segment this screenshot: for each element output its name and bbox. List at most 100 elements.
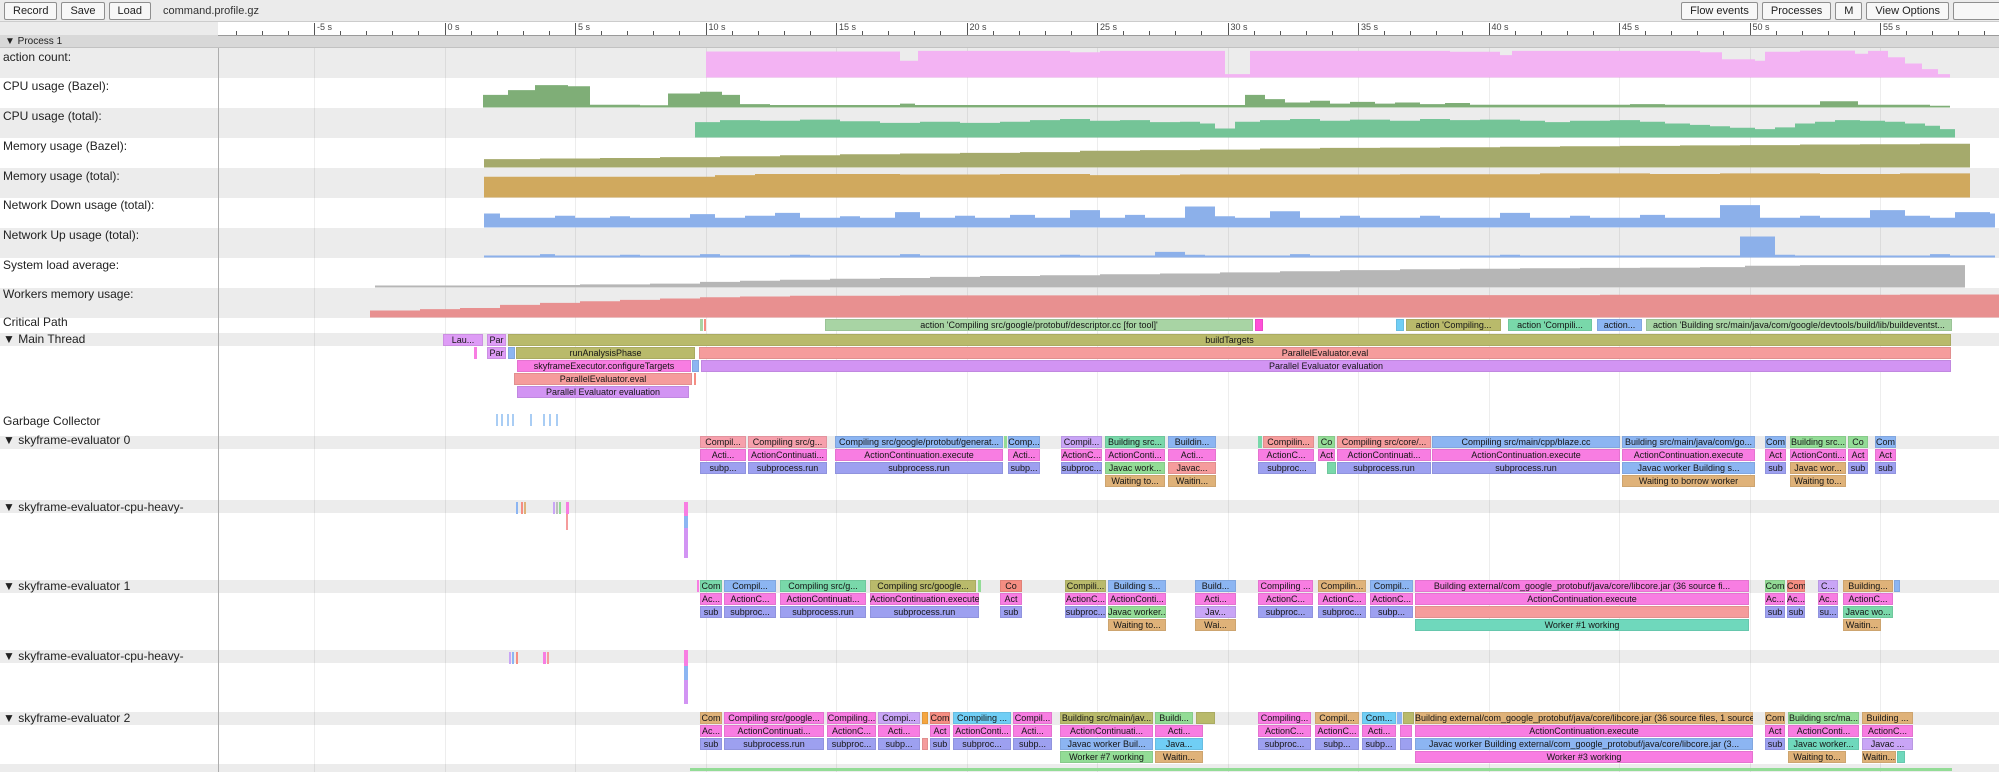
- trace-event[interactable]: ActionContinuati...: [780, 593, 866, 605]
- trace-event[interactable]: subproc...: [1061, 462, 1102, 474]
- trace-event[interactable]: Act: [1765, 725, 1785, 737]
- trace-event[interactable]: Javac worker Buil...: [1060, 738, 1153, 750]
- trace-event[interactable]: Lau...: [443, 334, 483, 346]
- metrics-button[interactable]: M: [1835, 2, 1862, 20]
- trace-event[interactable]: subproc...: [953, 738, 1011, 750]
- memory-usage-bazel-chart[interactable]: [0, 138, 1999, 168]
- trace-event[interactable]: Par: [487, 347, 506, 359]
- trace-event[interactable]: Co: [1318, 436, 1335, 448]
- trace-event[interactable]: Waiting to...: [1790, 475, 1846, 487]
- trace-event[interactable]: Com: [700, 580, 722, 592]
- trace-event[interactable]: ActionContinuation.execute: [1622, 449, 1755, 461]
- trace-event[interactable]: [684, 650, 688, 666]
- trace-event[interactable]: ActionConti...: [1790, 449, 1846, 461]
- trace-event[interactable]: runAnalysisPhase: [516, 347, 695, 359]
- trace-event[interactable]: subproc...: [1065, 606, 1106, 618]
- trace-event[interactable]: ActionContinuation.execute: [1415, 725, 1753, 737]
- flow-events-button[interactable]: Flow events: [1681, 2, 1758, 20]
- trace-event[interactable]: sub: [1765, 738, 1785, 750]
- trace-event[interactable]: Com: [1787, 580, 1805, 592]
- trace-event[interactable]: subproc...: [1318, 606, 1366, 618]
- trace-event[interactable]: Compiling src/main/cpp/blaze.cc: [1432, 436, 1620, 448]
- trace-event[interactable]: Buildin...: [1168, 436, 1216, 448]
- trace-event[interactable]: subproc...: [827, 738, 876, 750]
- trace-event[interactable]: [1004, 436, 1007, 448]
- trace-event[interactable]: ActionContinuation.execute: [835, 449, 1003, 461]
- trace-event[interactable]: action 'Compiling src/google/protobuf/de…: [825, 319, 1253, 331]
- thread-group-label[interactable]: ▼ skyframe-evaluator-cpu-heavy-: [3, 649, 184, 663]
- trace-event[interactable]: Ac...: [700, 593, 722, 605]
- trace-event[interactable]: Jav...: [1195, 606, 1236, 618]
- trace-event[interactable]: [1400, 738, 1412, 750]
- trace-event[interactable]: subp...: [1370, 606, 1413, 618]
- trace-event[interactable]: Worker #7 working: [1060, 751, 1153, 763]
- trace-event[interactable]: Waitin...: [1843, 619, 1881, 631]
- trace-event[interactable]: Build...: [1195, 580, 1236, 592]
- trace-event[interactable]: Acti...: [1155, 725, 1203, 737]
- trace-event[interactable]: action...: [1597, 319, 1642, 331]
- trace-event[interactable]: [547, 652, 549, 664]
- trace-event[interactable]: Waitin...: [1168, 475, 1216, 487]
- trace-event[interactable]: Com: [1765, 436, 1786, 448]
- thread-group-label[interactable]: ▼ skyframe-evaluator 1: [3, 579, 130, 593]
- trace-event[interactable]: sub: [1848, 462, 1868, 474]
- trace-event[interactable]: ActionC...: [1318, 593, 1366, 605]
- trace-event[interactable]: [512, 652, 514, 664]
- trace-event[interactable]: [922, 712, 928, 724]
- trace-event[interactable]: subproc...: [1258, 606, 1313, 618]
- thread-group-label[interactable]: ▼ Main Thread: [3, 332, 85, 346]
- trace-event[interactable]: [553, 502, 555, 514]
- trace-event[interactable]: [697, 580, 699, 592]
- trace-event[interactable]: Building ...: [1862, 712, 1913, 724]
- trace-event[interactable]: sub: [1787, 606, 1805, 618]
- trace-event[interactable]: [684, 502, 688, 516]
- trace-event[interactable]: action 'Building src/main/java/com/googl…: [1646, 319, 1952, 331]
- trace-event[interactable]: ParallelEvaluator.eval: [699, 347, 1951, 359]
- trace-event[interactable]: subp...: [1315, 738, 1359, 750]
- network-down-usage-chart[interactable]: [0, 198, 1999, 228]
- trace-event[interactable]: ActionC...: [1315, 725, 1359, 737]
- partial-button[interactable]: [1953, 2, 1999, 20]
- trace-event[interactable]: [512, 414, 514, 426]
- trace-event[interactable]: Com: [1765, 580, 1785, 592]
- trace-event[interactable]: subp...: [1362, 738, 1396, 750]
- trace-event[interactable]: subprocess.run: [1337, 462, 1431, 474]
- trace-event[interactable]: Acti...: [1362, 725, 1396, 737]
- action-count-chart[interactable]: [0, 48, 1999, 78]
- network-up-usage-chart[interactable]: [0, 228, 1999, 258]
- trace-event[interactable]: ActionConti...: [953, 725, 1011, 737]
- trace-event[interactable]: Building src/main/jav...: [1060, 712, 1153, 724]
- trace-event[interactable]: Javac...: [1168, 462, 1216, 474]
- trace-event[interactable]: Compil...: [724, 580, 776, 592]
- memory-usage-total-chart[interactable]: [0, 168, 1999, 198]
- trace-event[interactable]: [566, 502, 569, 514]
- trace-event[interactable]: Act: [1875, 449, 1896, 461]
- trace-event[interactable]: Ac...: [1765, 593, 1785, 605]
- trace-event[interactable]: ActionConti...: [1105, 449, 1165, 461]
- trace-event[interactable]: [684, 528, 688, 558]
- trace-event[interactable]: Compil...: [1315, 712, 1359, 724]
- trace-event[interactable]: Compilin...: [1318, 580, 1366, 592]
- trace-event[interactable]: buildTargets: [508, 334, 1951, 346]
- trace-event[interactable]: sub: [1875, 462, 1896, 474]
- trace-event[interactable]: [501, 414, 503, 426]
- trace-event[interactable]: Parallel Evaluator evaluation: [701, 360, 1951, 372]
- trace-event[interactable]: ActionConti...: [1108, 593, 1166, 605]
- trace-event[interactable]: Com: [930, 712, 950, 724]
- trace-event[interactable]: Ac...: [1818, 593, 1838, 605]
- trace-event[interactable]: subprocess.run: [870, 606, 979, 618]
- trace-event[interactable]: Building external/com_google_protobuf/ja…: [1415, 712, 1753, 724]
- process-header[interactable]: ▼ Process 1: [0, 35, 1999, 48]
- trace-event[interactable]: Act: [1318, 449, 1335, 461]
- trace-event[interactable]: Waitin...: [1155, 751, 1203, 763]
- trace-event[interactable]: Javac ...: [1862, 738, 1913, 750]
- trace-event[interactable]: Co: [1000, 580, 1022, 592]
- trace-event[interactable]: [566, 514, 568, 530]
- trace-event[interactable]: [507, 414, 509, 426]
- trace-event[interactable]: [516, 652, 518, 664]
- trace-event[interactable]: Acti...: [1013, 725, 1052, 737]
- trace-event[interactable]: subproc...: [1258, 738, 1311, 750]
- trace-event[interactable]: Building src...: [1790, 436, 1846, 448]
- trace-event[interactable]: Javac wo...: [1843, 606, 1893, 618]
- trace-event[interactable]: sub: [1765, 606, 1785, 618]
